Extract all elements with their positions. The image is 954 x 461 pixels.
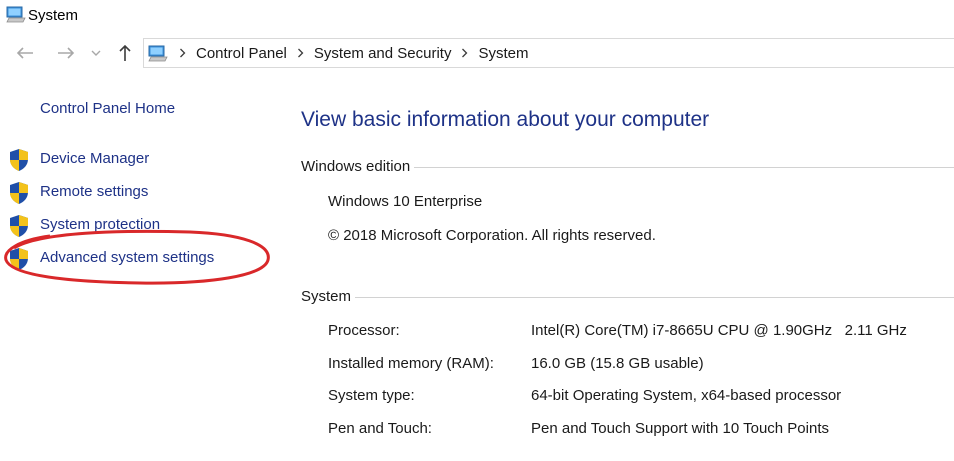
breadcrumb-system[interactable]: System <box>478 45 528 62</box>
sidebar-item-label[interactable]: Device Manager <box>40 150 149 167</box>
system-type-label: System type: <box>328 387 415 404</box>
chevron-right-icon[interactable] <box>297 46 304 61</box>
system-section-header: System <box>301 286 954 306</box>
arrow-up-icon <box>119 44 131 61</box>
divider <box>355 296 954 298</box>
chevron-right-icon[interactable] <box>461 46 468 61</box>
breadcrumb-system-and-security[interactable]: System and Security <box>314 45 452 62</box>
up-button[interactable] <box>114 43 136 63</box>
copyright-text: © 2018 Microsoft Corporation. All rights… <box>328 227 656 244</box>
sidebar-item-label[interactable]: Remote settings <box>40 183 148 200</box>
address-bar[interactable]: Control Panel System and Security System <box>143 38 954 68</box>
sidebar-item-remote-settings[interactable]: Remote settings <box>8 181 238 205</box>
recent-locations-button[interactable] <box>88 43 104 63</box>
section-title: Windows edition <box>301 157 411 175</box>
uac-shield-icon <box>10 182 28 204</box>
computer-monitor-icon <box>6 6 26 23</box>
processor-value: Intel(R) Core(TM) i7-8665U CPU @ 1.90GHz… <box>531 322 907 339</box>
chevron-right-icon[interactable] <box>179 46 186 61</box>
uac-shield-icon <box>10 149 28 171</box>
sidebar-item-label[interactable]: System protection <box>40 216 160 233</box>
memory-value: 16.0 GB (15.8 GB usable) <box>531 355 704 372</box>
processor-label: Processor: <box>328 322 400 339</box>
section-title: System <box>301 287 352 305</box>
breadcrumb-control-panel[interactable]: Control Panel <box>196 45 287 62</box>
uac-shield-icon <box>10 248 28 270</box>
sidebar-item-device-manager[interactable]: Device Manager <box>8 148 238 172</box>
window-title: System <box>28 7 79 24</box>
forward-button[interactable] <box>55 43 77 63</box>
windows-edition-section-header: Windows edition <box>301 156 954 176</box>
pen-touch-value: Pen and Touch Support with 10 Touch Poin… <box>531 420 829 437</box>
divider <box>414 166 954 168</box>
chevron-down-icon <box>91 50 101 56</box>
arrow-left-icon <box>16 47 33 59</box>
pen-touch-label: Pen and Touch: <box>328 420 432 437</box>
sidebar-item-system-protection[interactable]: System protection <box>8 214 238 238</box>
memory-label: Installed memory (RAM): <box>328 355 494 372</box>
title-bar: System <box>0 0 954 32</box>
windows-edition-value: Windows 10 Enterprise <box>328 193 483 210</box>
sidebar-item-label[interactable]: Advanced system settings <box>40 249 214 266</box>
computer-monitor-icon <box>148 45 168 62</box>
uac-shield-icon <box>10 215 28 237</box>
page-title: View basic information about your comput… <box>301 108 710 131</box>
control-panel-home-link[interactable]: Control Panel Home <box>40 100 175 117</box>
back-button[interactable] <box>14 43 36 63</box>
system-type-value: 64-bit Operating System, x64-based proce… <box>531 387 842 404</box>
arrow-right-icon <box>58 47 75 59</box>
navigation-bar: Control Panel System and Security System <box>0 36 954 70</box>
sidebar-item-advanced-system-settings[interactable]: Advanced system settings <box>8 247 238 271</box>
